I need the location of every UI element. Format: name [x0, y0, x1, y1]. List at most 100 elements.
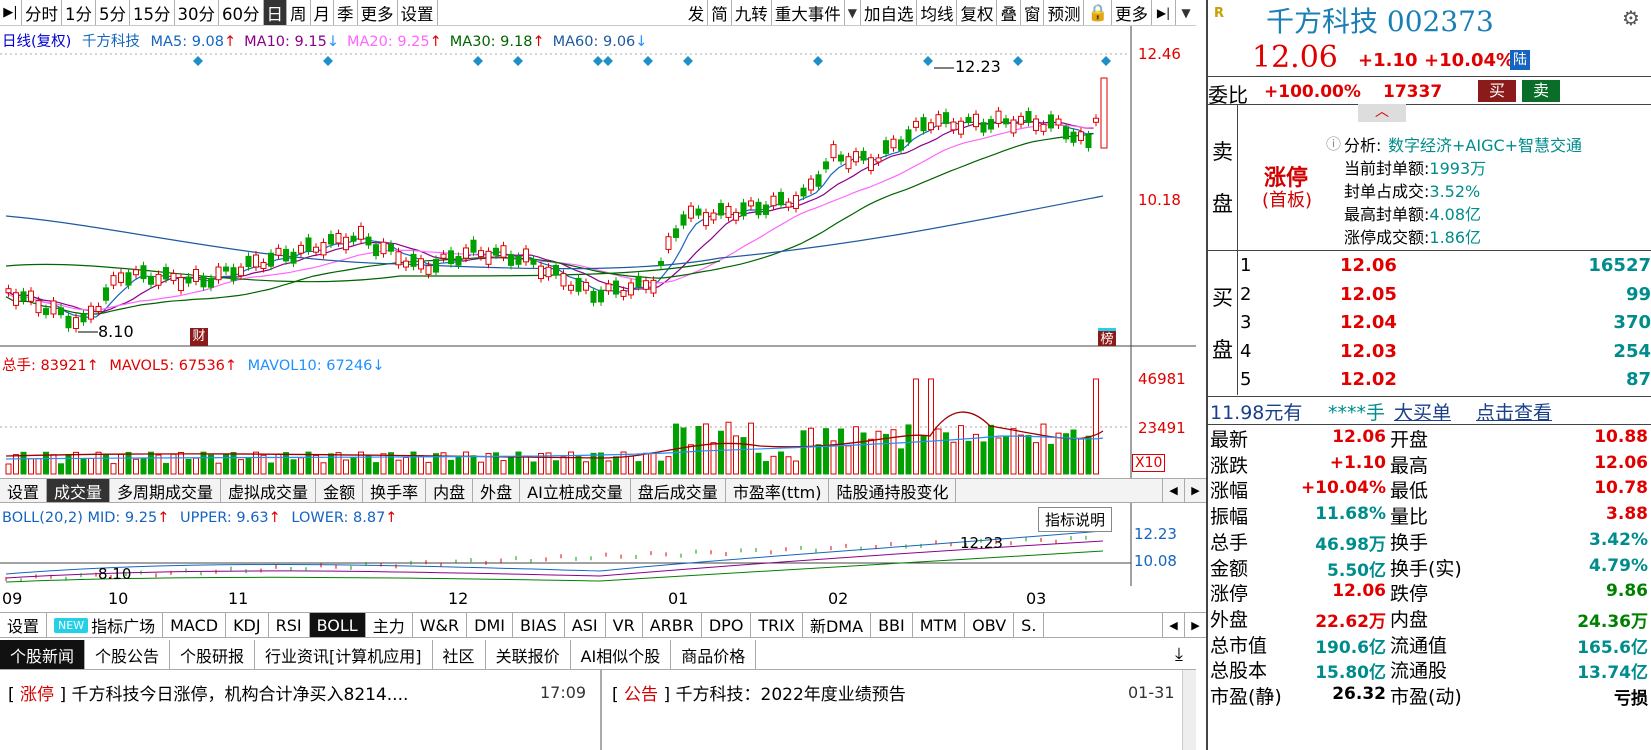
bid-row[interactable]: 3 12.04 370	[1240, 310, 1651, 339]
event-marker-icon[interactable]	[1013, 56, 1023, 66]
indicator-type-tab[interactable]: VR	[606, 613, 643, 637]
news-tab[interactable]: 个股新闻	[0, 640, 86, 669]
indicator-tab[interactable]: 陆股通持股变化	[829, 479, 957, 502]
indicator-tab[interactable]: 成交量	[47, 479, 111, 502]
indicator-type-tab[interactable]: ARBR	[643, 613, 702, 637]
event-marker-icon[interactable]	[683, 56, 693, 66]
tool-button[interactable]: 九转	[732, 0, 772, 25]
event-marker-icon[interactable]	[813, 56, 823, 66]
tool-button[interactable]: 加自选	[861, 0, 918, 25]
expand-right-icon[interactable]: ▶|	[1152, 0, 1176, 25]
indicator-tab[interactable]: AI立桩成交量	[520, 479, 631, 502]
indicator-help-button[interactable]: 指标说明	[1038, 507, 1113, 532]
indicator-type-tab[interactable]: DPO	[702, 613, 752, 637]
period-button[interactable]: 设置	[398, 0, 438, 25]
news-tab[interactable]: 个股研报	[170, 640, 256, 669]
gear-icon[interactable]: ⚙	[1622, 6, 1640, 30]
tool-button[interactable]: 均线	[917, 0, 958, 25]
tool-button[interactable]: 发	[685, 0, 709, 25]
indicator-type-tab[interactable]: 主力	[366, 613, 413, 637]
indicator-type-tab[interactable]: NEW 指标广场	[47, 613, 164, 637]
info-icon[interactable]: ⓘ	[1326, 133, 1341, 154]
event-marker-icon[interactable]	[1101, 56, 1111, 66]
indicators-next-icon[interactable]: ▶	[1184, 613, 1206, 637]
indicator-tab[interactable]: 金额	[316, 479, 364, 502]
dropdown-caret-icon[interactable]: ▼	[1176, 0, 1196, 25]
events-dropdown-icon[interactable]: ▼	[845, 0, 861, 25]
collapse-up-icon[interactable]: ︿	[1358, 104, 1406, 122]
indicator-tab[interactable]: 内盘	[426, 479, 474, 502]
indicator-type-tab[interactable]: DMI	[467, 613, 513, 637]
tool-button[interactable]: 简	[708, 0, 732, 25]
news-tab[interactable]: 社区	[433, 640, 486, 669]
news-item-1[interactable]: [ 涨停 ] 千方科技今日涨停，机构合计净买入8214....	[8, 680, 408, 705]
period-button[interactable]: 30分	[175, 0, 219, 25]
news-scrollbar[interactable]	[1182, 670, 1196, 750]
indicator-type-tab[interactable]: MACD	[163, 613, 227, 637]
tabs-prev-icon[interactable]: ◀	[1162, 479, 1184, 502]
news-tab[interactable]: 个股公告	[85, 640, 171, 669]
lock-icon[interactable]: 🔒	[1084, 0, 1112, 25]
indicator-tab[interactable]: 设置	[0, 479, 48, 502]
tool-button[interactable]: 更多	[1112, 0, 1152, 25]
indicator-type-tab[interactable]: BBI	[871, 613, 913, 637]
indicator-type-tab[interactable]: 新DMA	[803, 613, 872, 637]
tool-button[interactable]: 预测	[1044, 0, 1085, 25]
indicator-tab[interactable]: 多周期成交量	[110, 479, 222, 502]
period-button[interactable]: 15分	[130, 0, 175, 25]
news-tab[interactable]: 行业资讯[计算机应用]	[255, 640, 433, 669]
period-button[interactable]: 月	[311, 0, 334, 25]
period-button[interactable]: 周	[287, 0, 311, 25]
download-icon[interactable]: ⤓	[1162, 640, 1196, 669]
buy-button[interactable]: 买	[1478, 80, 1516, 102]
news-item-2[interactable]: [ 公告 ] 千方科技：2022年度业绩预告	[612, 680, 906, 705]
news-tab[interactable]: 商品价格	[671, 640, 757, 669]
tool-button[interactable]: 叠	[997, 0, 1021, 25]
event-marker-icon[interactable]	[603, 56, 613, 66]
bid-row[interactable]: 5 12.02 87	[1240, 367, 1651, 396]
bid-row[interactable]: 2 12.05 99	[1240, 282, 1651, 311]
indicator-type-tab[interactable]: BOLL	[309, 613, 366, 637]
indicator-tab[interactable]: 换手率	[363, 479, 427, 502]
indicator-type-tab[interactable]: ASI	[565, 613, 606, 637]
toggle-panel-icon[interactable]: ▶|	[0, 0, 22, 25]
event-marker-icon[interactable]	[513, 56, 523, 66]
indicator-type-tab[interactable]: BIAS	[513, 613, 565, 637]
indicator-type-tab[interactable]: S.	[1014, 613, 1045, 637]
tabs-next-icon[interactable]: ▶	[1184, 479, 1206, 502]
indicator-tab[interactable]: 虚拟成交量	[221, 479, 317, 502]
dragon-tiger-marker[interactable]: 榜	[1098, 328, 1116, 347]
indicator-tab[interactable]: 外盘	[473, 479, 521, 502]
period-button[interactable]: 5分	[96, 0, 130, 25]
indicator-type-tab[interactable]: OBV	[965, 613, 1015, 637]
indicator-type-tab[interactable]: KDJ	[226, 613, 269, 637]
tool-button[interactable]: 复权	[957, 0, 998, 25]
period-button[interactable]: 60分	[219, 0, 264, 25]
period-button[interactable]: 1分	[62, 0, 96, 25]
sell-button[interactable]: 卖	[1522, 80, 1560, 102]
kline-chart-area[interactable]: 日线(复权) 千方科技 MA5: 9.08↑ MA10: 9.15↓ MA20: 9…	[0, 26, 1206, 646]
big-order-label[interactable]: 大买单	[1394, 398, 1451, 425]
indicator-tab[interactable]: 市盈率(ttm)	[726, 479, 830, 502]
bid-row[interactable]: 4 12.03 254	[1240, 339, 1651, 368]
bid-row[interactable]: 1 12.06 16527	[1240, 253, 1651, 282]
big-order-link[interactable]: 点击查看	[1476, 398, 1552, 425]
tool-button[interactable]: 窗	[1021, 0, 1045, 25]
event-marker-icon[interactable]	[473, 56, 483, 66]
news-tab[interactable]: 关联报价	[486, 640, 571, 669]
event-marker-icon[interactable]	[593, 56, 603, 66]
period-button[interactable]: 更多	[358, 0, 398, 25]
indicators-prev-icon[interactable]: ◀	[1162, 613, 1184, 637]
news-tab[interactable]: AI相似个股	[571, 640, 672, 669]
indicator-type-tab[interactable]: MTM	[913, 613, 966, 637]
indicator-type-tab[interactable]: 设置	[0, 613, 48, 637]
period-button[interactable]: 季	[334, 0, 358, 25]
event-marker-icon[interactable]	[923, 56, 933, 66]
event-marker-icon[interactable]	[193, 56, 203, 66]
indicator-type-tab[interactable]: TRIX	[751, 613, 803, 637]
earnings-marker[interactable]: 财	[190, 328, 208, 346]
hk-connect-badge[interactable]: 陆	[1510, 50, 1530, 70]
chart-canvas[interactable]	[0, 26, 1196, 646]
indicator-type-tab[interactable]: RSI	[269, 613, 310, 637]
indicator-tab[interactable]: 盘后成交量	[631, 479, 726, 502]
